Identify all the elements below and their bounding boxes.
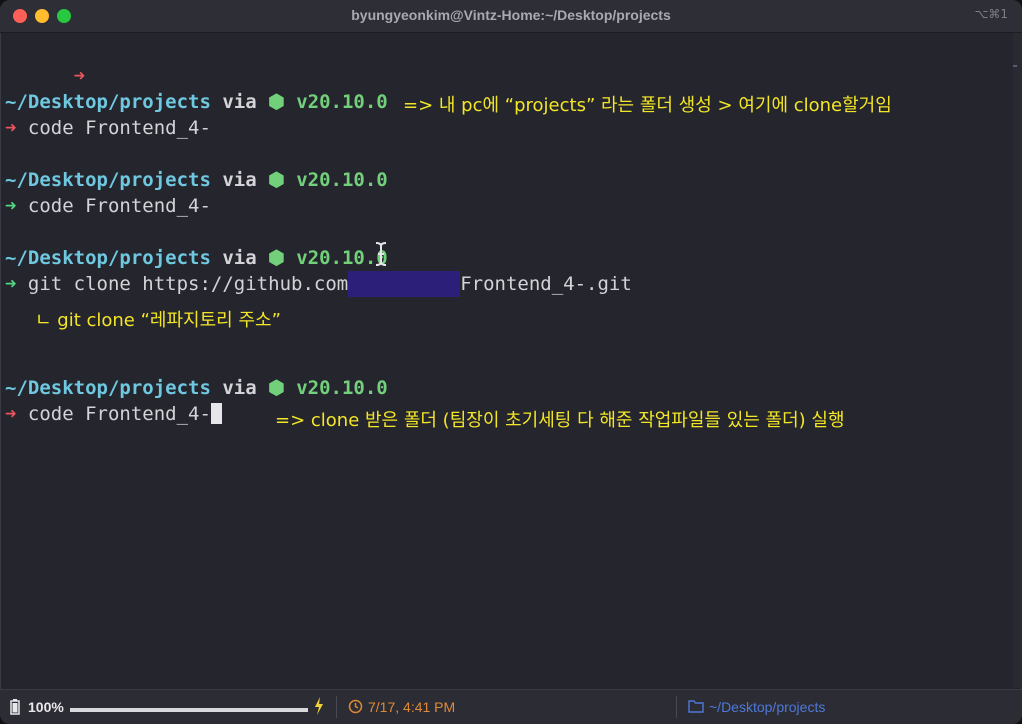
status-directory: ~/Desktop/projects [709, 699, 826, 715]
window-shortcut: ⌥⌘1 [974, 7, 1008, 21]
prompt-path: ~/Desktop/projects [5, 169, 211, 191]
annotation-note: ㄴ git clone “레파지토리 주소” [35, 310, 281, 331]
node-version: v20.10.0 [296, 169, 388, 191]
command-line: ➜ git clone https://github.com Frontend_4… [5, 271, 632, 297]
status-datetime: 7/17, 4:41 PM [368, 699, 456, 715]
prompt-arrow-icon: ➜ [5, 117, 17, 139]
node-version: v20.10.0 [296, 377, 388, 399]
text-cursor [210, 403, 222, 424]
status-divider [676, 696, 677, 718]
scrollbar[interactable] [1013, 33, 1022, 688]
prompt-path: ~/Desktop/projects [5, 377, 211, 399]
prompt-arrow-icon: ➜ [5, 403, 17, 425]
command-text: code Frontend_4- [27, 117, 211, 139]
command-text-suffix: Frontend_4-.git [460, 273, 632, 295]
battery-bar [70, 700, 308, 712]
annotation-note: => 내 pc에 “projects” 라는 폴더 생성 > 여기에 clone… [403, 95, 892, 116]
node-icon: ⬢ [268, 247, 285, 269]
battery-percentage: 100% [28, 699, 64, 715]
prompt-arrow-icon: ➜ [73, 65, 86, 87]
prompt-via: via [222, 247, 257, 269]
charging-bolt-icon [315, 697, 323, 715]
command-line[interactable]: ➜ code Frontend_4- [5, 401, 222, 427]
command-text-prefix: git clone https://github.com [27, 273, 349, 295]
node-version: v20.10.0 [296, 91, 388, 113]
title-bar[interactable]: byungyeonkim@Vintz-Home:~/Desktop/projec… [0, 0, 1022, 33]
initial-prompt: ➜ [5, 37, 85, 87]
command-text: code Frontend_4- [27, 195, 211, 217]
prompt-via: via [222, 91, 257, 113]
terminal-window: byungyeonkim@Vintz-Home:~/Desktop/projec… [0, 0, 1022, 724]
prompt-line: ~/Desktop/projects via ⬢ v20.10.0 [5, 89, 388, 115]
prompt-path: ~/Desktop/projects [5, 247, 211, 269]
prompt-arrow-icon: ➜ [5, 195, 17, 217]
battery-icon [10, 699, 20, 715]
battery-bar-fill [70, 708, 308, 710]
folder-icon [688, 700, 704, 713]
window-title: byungyeonkim@Vintz-Home:~/Desktop/projec… [351, 7, 671, 23]
prompt-via: via [222, 377, 257, 399]
annotation-note: => clone 받은 폴더 (팀장이 초기세팅 다 해준 작업파일들 있는 폴… [275, 410, 845, 431]
prompt-via: via [222, 169, 257, 191]
command-text: code Frontend_4- [27, 403, 211, 425]
prompt-line: ~/Desktop/projects via ⬢ v20.10.0 [5, 375, 388, 401]
command-line: ➜ code Frontend_4- [5, 193, 211, 219]
prompt-line: ~/Desktop/projects via ⬢ v20.10.0 [5, 245, 388, 271]
clock-icon [348, 699, 363, 714]
node-icon: ⬢ [268, 91, 285, 113]
node-icon: ⬢ [268, 377, 285, 399]
command-line: ➜ code Frontend_4- [5, 115, 211, 141]
ibeam-cursor-icon [375, 242, 387, 266]
prompt-arrow-icon: ➜ [5, 273, 17, 295]
prompt-line: ~/Desktop/projects via ⬢ v20.10.0 [5, 167, 388, 193]
status-divider [336, 696, 337, 718]
redaction-box [348, 271, 461, 297]
scroll-marker [1013, 65, 1017, 67]
status-bar: 100% 7/17, 4:41 PM ~/Desktop/projects [0, 689, 1022, 724]
terminal-output[interactable]: ➜ ~/Desktop/projects via ⬢ v20.10.0 ➜ co… [0, 33, 1012, 688]
prompt-path: ~/Desktop/projects [5, 91, 211, 113]
node-icon: ⬢ [268, 169, 285, 191]
